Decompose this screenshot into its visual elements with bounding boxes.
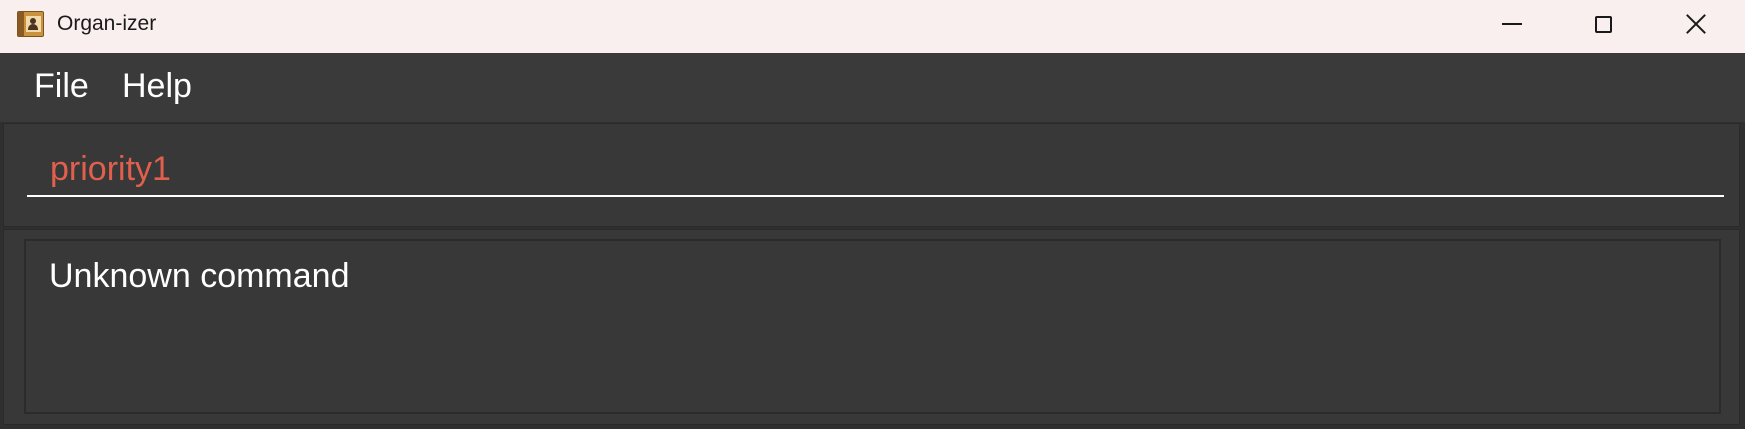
result-display[interactable]: Unknown command: [24, 239, 1721, 414]
minimize-icon: [1502, 23, 1522, 25]
result-message: Unknown command: [49, 257, 350, 295]
window-title: Organ-izer: [57, 12, 157, 35]
app-window: Organ-izer File Help Unknown command: [0, 0, 1745, 429]
minimize-button[interactable]: [1466, 0, 1558, 48]
close-icon: [1685, 13, 1707, 35]
menu-bar: File Help: [0, 53, 1745, 122]
maximize-button[interactable]: [1557, 0, 1649, 48]
command-box-panel: [3, 123, 1740, 227]
maximize-icon: [1594, 15, 1612, 33]
result-display-panel: Unknown command: [3, 229, 1740, 425]
menu-help[interactable]: Help: [122, 67, 192, 106]
menu-file[interactable]: File: [34, 67, 89, 106]
close-button[interactable]: [1650, 0, 1742, 48]
command-input[interactable]: [27, 144, 1724, 197]
title-bar[interactable]: Organ-izer: [0, 0, 1745, 53]
address-book-icon: [17, 11, 44, 37]
